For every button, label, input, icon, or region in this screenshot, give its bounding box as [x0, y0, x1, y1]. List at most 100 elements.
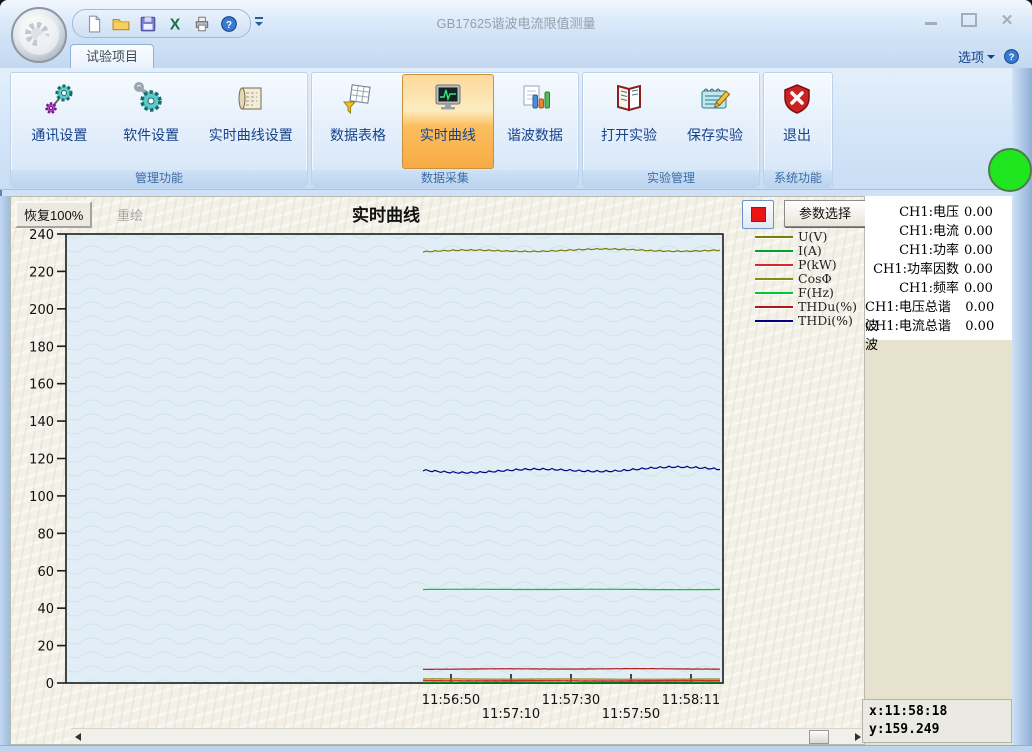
realtime-curve-button[interactable]: 实时曲线 — [402, 74, 494, 169]
legend-item: F(Hz) — [755, 286, 857, 299]
quick-access-toolbar: X ? — [72, 9, 251, 38]
svg-text:20: 20 — [37, 640, 54, 655]
legend-label: THDi(%) — [798, 313, 853, 328]
cursor-status-box: x:11:58:18 y:159.249 — [862, 699, 1012, 743]
new-document-icon[interactable] — [85, 15, 103, 33]
legend-item: P(kW) — [755, 258, 857, 271]
legend-label: THDu(%) — [798, 299, 857, 314]
params-select-button[interactable]: 参数选择 — [784, 200, 866, 227]
group-caption: 系统功能 — [764, 170, 832, 187]
channel-readouts: CH1:电压0.00CH1:电流0.00CH1:功率0.00CH1:功率因数0.… — [865, 196, 1012, 340]
channel-value: 0.00 — [964, 205, 998, 220]
legend-label: F(Hz) — [798, 285, 834, 300]
legend-label: U(V) — [798, 229, 827, 244]
svg-text:160: 160 — [29, 378, 54, 393]
app-window: X ? GB17625谐波电流限值测量 ✕ — [0, 0, 1032, 752]
qat-customize-button[interactable] — [252, 14, 266, 30]
ribbon-group-management: 通讯设置 软件设置 — [10, 72, 308, 188]
svg-text:240: 240 — [29, 228, 54, 243]
comm-settings-icon — [42, 82, 76, 116]
help-icon[interactable]: ? — [220, 15, 238, 33]
open-experiment-button[interactable]: 打开实验 — [585, 74, 673, 169]
legend-line-swatch — [755, 236, 793, 238]
svg-text:?: ? — [226, 19, 232, 30]
scroll-thumb[interactable] — [809, 730, 829, 744]
legend-line-swatch — [755, 264, 793, 266]
channel-row: CH1:电压 0.00 — [865, 201, 1012, 220]
svg-text:60: 60 — [37, 565, 54, 580]
stop-button[interactable] — [742, 200, 774, 229]
svg-text:140: 140 — [29, 415, 54, 430]
channel-value: 0.00 — [965, 319, 998, 334]
button-label: 谐波数据 — [507, 125, 563, 145]
svg-text:80: 80 — [37, 527, 54, 542]
svg-text:0: 0 — [46, 677, 54, 692]
scroll-icon — [234, 82, 268, 116]
channel-row: CH1:功率0.00 — [865, 239, 1012, 258]
cursor-y-value: y:159.249 — [869, 721, 1005, 739]
open-book-icon — [612, 82, 646, 116]
save-icon[interactable] — [139, 15, 157, 33]
chevron-down-icon — [987, 55, 995, 59]
harmonic-data-button[interactable]: 谐波数据 — [494, 74, 576, 169]
svg-text:220: 220 — [29, 265, 54, 280]
group-caption: 实验管理 — [583, 170, 759, 187]
svg-text:11:57:30: 11:57:30 — [542, 693, 600, 708]
channel-label: CH1:电压 — [899, 201, 959, 220]
svg-text:11:56:50: 11:56:50 — [422, 693, 480, 708]
close-button[interactable]: ✕ — [996, 12, 1018, 27]
channel-label: CH1:功率因数 — [873, 258, 959, 277]
stop-square-icon — [751, 207, 766, 222]
legend-item: THDi(%) — [755, 314, 857, 327]
button-label: 实时曲线设置 — [209, 125, 293, 145]
scroll-left-arrow[interactable] — [75, 733, 81, 741]
channel-row: CH1:电流 0.00 — [865, 220, 1012, 239]
legend-item: THDu(%) — [755, 300, 857, 313]
maximize-button[interactable] — [958, 12, 980, 27]
exit-shield-icon — [780, 82, 814, 116]
tab-test-project[interactable]: 试验项目 — [70, 44, 154, 69]
horizontal-scrollbar[interactable] — [71, 728, 864, 744]
restore-zoom-button[interactable]: 恢复100% — [15, 201, 92, 228]
button-label: 数据表格 — [330, 125, 386, 145]
data-table-button[interactable]: 数据表格 — [314, 74, 402, 169]
svg-text:?: ? — [1009, 52, 1015, 63]
window-controls: ✕ — [920, 12, 1018, 27]
save-experiment-button[interactable]: 保存实验 — [673, 74, 757, 169]
svg-text:11:58:11: 11:58:11 — [662, 693, 720, 708]
curve-settings-button[interactable]: 实时曲线设置 — [197, 74, 306, 169]
ribbon: 通讯设置 软件设置 — [0, 68, 1032, 190]
options-button[interactable]: 选项 — [958, 47, 995, 66]
button-label: 软件设置 — [123, 125, 179, 145]
export-excel-icon[interactable]: X — [166, 15, 184, 33]
chart-svg[interactable]: 02040608010012014016018020022024011:56:5… — [11, 197, 864, 744]
button-label: 实时曲线 — [420, 125, 476, 145]
button-label: 打开实验 — [601, 125, 657, 145]
minimize-button[interactable] — [920, 12, 942, 27]
right-panel: CH1:电压0.00CH1:电流0.00CH1:功率0.00CH1:功率因数0.… — [865, 196, 1012, 745]
channel-value: 0.00 — [964, 224, 998, 239]
comm-settings-button[interactable]: 通讯设置 — [13, 74, 106, 169]
legend-label: CosΦ — [798, 271, 832, 286]
exit-button[interactable]: 退出 — [766, 74, 828, 169]
application-orb-button[interactable] — [10, 6, 68, 64]
print-icon[interactable] — [193, 15, 211, 33]
svg-text:11:57:50: 11:57:50 — [602, 707, 660, 722]
options-label: 选项 — [958, 47, 984, 66]
software-settings-button[interactable]: 软件设置 — [106, 74, 197, 169]
channel-value: 0.00 — [965, 300, 998, 315]
frame-left — [0, 196, 10, 745]
channel-label: CH1:电流 — [899, 220, 959, 239]
ribbon-group-acquisition: 数据表格 实时曲线 — [311, 72, 579, 188]
scroll-right-arrow[interactable] — [855, 733, 861, 741]
redraw-button[interactable]: 重绘 — [117, 205, 143, 224]
channel-label: CH1:频率 — [899, 277, 959, 296]
legend-line-swatch — [755, 250, 793, 252]
open-folder-icon[interactable] — [112, 15, 130, 33]
cursor-x-value: x:11:58:18 — [869, 703, 1005, 721]
help-icon[interactable]: ? — [1003, 48, 1020, 65]
legend-line-swatch — [755, 306, 793, 308]
svg-text:120: 120 — [29, 453, 54, 468]
svg-text:100: 100 — [29, 490, 54, 505]
group-caption: 数据采集 — [312, 170, 578, 187]
